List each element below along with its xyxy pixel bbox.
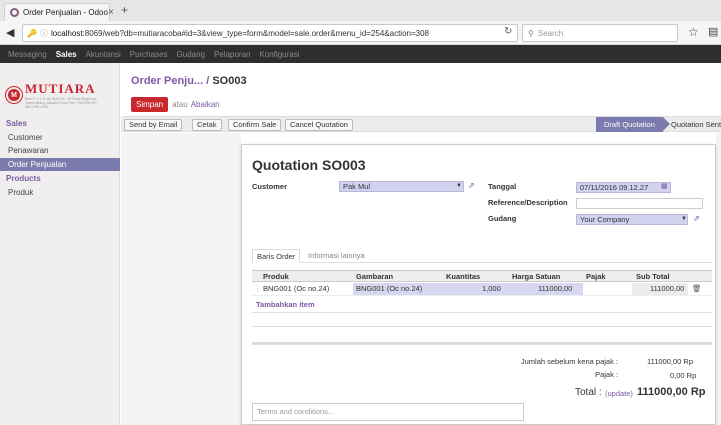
- menu-sales[interactable]: Sales: [56, 50, 77, 59]
- sidebar-section-products: Products: [6, 174, 41, 183]
- customer-dropdown-icon[interactable]: ▼: [456, 183, 462, 189]
- warehouse-external-link-icon[interactable]: ⇗: [693, 214, 700, 223]
- status-bar: Send by Email Cetak Confirm Sale Cancel …: [121, 116, 721, 132]
- sidebar-item-penawaran[interactable]: Penawaran: [0, 144, 120, 157]
- logo-address: Blok F Lt.1 D.uly NNO No. 28 Pasar Regio…: [25, 97, 98, 109]
- cell-description[interactable]: BNG001 (Oc no.24): [356, 282, 422, 296]
- reload-icon[interactable]: ↻: [504, 26, 512, 37]
- browser-toolbar: ◀ 🔑 ⓘ localhost:8069/web?db=mutiaracoba#…: [0, 21, 721, 45]
- table-row[interactable]: ⋮ BNG001 (Oc no.24) BNG001 (Oc no.24) 1,…: [252, 282, 712, 296]
- breadcrumb-separator: /: [203, 75, 213, 87]
- or-text: atau: [172, 100, 188, 109]
- breadcrumb: Order Penju... / SO003: [131, 75, 247, 87]
- form-action-buttons: Simpan atau Abaikan: [131, 97, 220, 112]
- logo-emblem-icon: M: [6, 87, 22, 103]
- send-by-email-button[interactable]: Send by Email: [124, 119, 183, 131]
- date-label: Tanggal: [488, 182, 517, 191]
- form-right-gutter: [716, 133, 721, 425]
- confirm-sale-button[interactable]: Confirm Sale: [228, 119, 282, 131]
- table-row-divider: [252, 326, 712, 327]
- reference-field[interactable]: [576, 198, 703, 209]
- sidebar-item-customer[interactable]: Customer: [0, 131, 120, 144]
- company-logo[interactable]: M MUTIARA Blok F Lt.1 D.uly NNO No. 28 P…: [6, 81, 116, 109]
- breadcrumb-current: SO003: [212, 75, 247, 87]
- tab-baris-order[interactable]: Baris Order: [252, 249, 301, 263]
- table-header: Produk Gambaran Kuantitas Harga Satuan P…: [252, 270, 712, 282]
- date-field[interactable]: 07/11/2016 09.12.27: [576, 182, 671, 193]
- total-label: Total :: [575, 387, 602, 398]
- order-lines-table: Produk Gambaran Kuantitas Harga Satuan P…: [252, 270, 712, 296]
- customer-external-link-icon[interactable]: ⇗: [468, 181, 475, 190]
- drag-handle-icon[interactable]: ⋮: [254, 282, 262, 296]
- url-host: localhost: [50, 28, 83, 38]
- stage-draft-quotation[interactable]: Draft Quotation: [596, 117, 670, 132]
- trash-icon[interactable]: 🗑: [692, 282, 702, 296]
- warehouse-field[interactable]: Your Company: [576, 214, 688, 225]
- menu-pelaporan[interactable]: Pelaporan: [214, 50, 250, 59]
- untaxed-label: Jumlah sebelum kena pajak :: [520, 357, 618, 366]
- menu-gudang[interactable]: Gudang: [177, 50, 205, 59]
- back-arrow-icon[interactable]: ◀: [6, 26, 14, 39]
- warehouse-label: Gudang: [488, 214, 517, 223]
- reference-label: Reference/Description: [488, 198, 568, 207]
- menu-messaging[interactable]: Messaging: [8, 50, 47, 59]
- save-button[interactable]: Simpan: [131, 97, 169, 112]
- tab-informasi-lainnya[interactable]: Informasi lainnya: [304, 249, 369, 263]
- logo-brand: MUTIARA: [25, 81, 96, 96]
- browser-tab-bar: Order Penjualan - Odoo × +: [0, 0, 721, 21]
- total-value: 111000,00 Rp: [637, 386, 706, 398]
- stage-quotation-sent[interactable]: Quotation Sent: [671, 117, 721, 132]
- bookmark-star-icon[interactable]: ☆: [688, 25, 699, 39]
- close-tab-icon[interactable]: ×: [108, 7, 114, 18]
- customer-field[interactable]: Pak Mul: [339, 181, 464, 192]
- main-content: Order Penju... / SO003 Simpan atau Abaik…: [121, 63, 721, 425]
- cell-subtotal: 111000,00: [650, 284, 685, 293]
- form-left-gutter: [121, 133, 241, 425]
- tax-value: 0,00 Rp: [670, 371, 697, 380]
- menu-konfigurasi[interactable]: Konfigurasi: [259, 50, 299, 59]
- add-item-link[interactable]: Tambahkan item: [256, 300, 315, 309]
- untaxed-value: 111000,00 Rp: [647, 357, 694, 366]
- update-link[interactable]: (update): [605, 389, 633, 398]
- site-identity-icon[interactable]: 🔑: [27, 29, 37, 38]
- search-input[interactable]: ⚲ Search: [522, 24, 678, 42]
- sidebar: M MUTIARA Blok F Lt.1 D.uly NNO No. 28 P…: [0, 63, 120, 425]
- form-tabs: Baris Order Informasi lainnya: [252, 249, 712, 263]
- cell-quantity[interactable]: 1,000: [482, 282, 501, 296]
- browser-tab-title: Order Penjualan - Odoo: [23, 8, 108, 17]
- terms-field[interactable]: Terms and conditions...: [252, 403, 524, 421]
- cell-unit-price[interactable]: 111000,00: [538, 282, 572, 296]
- warehouse-dropdown-icon[interactable]: ▼: [681, 216, 687, 222]
- url-text: localhost:8069/web?db=mutiaracoba#id=3&v…: [51, 29, 513, 38]
- address-bar[interactable]: 🔑 ⓘ localhost:8069/web?db=mutiaracoba#id…: [22, 24, 518, 42]
- info-icon[interactable]: ⓘ: [40, 28, 48, 39]
- cancel-quotation-button[interactable]: Cancel Quotation: [285, 119, 353, 131]
- search-placeholder: Search: [537, 28, 564, 38]
- print-button[interactable]: Cetak: [192, 119, 222, 131]
- app-top-menu: Messaging Sales Akuntansi Purchases Guda…: [0, 45, 721, 63]
- discard-button[interactable]: Abaikan: [191, 100, 220, 109]
- breadcrumb-parent[interactable]: Order Penju...: [131, 75, 203, 87]
- new-tab-button[interactable]: +: [121, 3, 128, 17]
- browser-tab[interactable]: Order Penjualan - Odoo ×: [4, 3, 114, 21]
- calendar-icon[interactable]: ▦: [661, 182, 668, 190]
- search-icon: ⚲: [528, 28, 534, 38]
- menu-akuntansi[interactable]: Akuntansi: [86, 50, 121, 59]
- bookmarks-menu-icon[interactable]: ▤: [708, 25, 718, 38]
- page-title: Quotation SO003: [252, 157, 366, 173]
- sidebar-item-produk[interactable]: Produk: [0, 186, 120, 199]
- cell-product[interactable]: BNG001 (Oc no.24): [263, 282, 329, 296]
- tax-label: Pajak :: [595, 370, 618, 379]
- url-path: :8069/web?db=mutiaracoba#id=3&view_type=…: [82, 28, 430, 38]
- sidebar-section-sales: Sales: [6, 119, 27, 128]
- menu-purchases[interactable]: Purchases: [130, 50, 168, 59]
- customer-label: Customer: [252, 182, 288, 191]
- sidebar-item-order-penjualan[interactable]: Order Penjualan: [0, 158, 120, 171]
- form-sheet: Quotation SO003 Customer Pak Mul ▼ ⇗ Tan…: [241, 144, 716, 425]
- odoo-favicon-icon: [10, 8, 19, 17]
- table-row-divider: [252, 312, 712, 313]
- table-footer-bar: [252, 342, 712, 345]
